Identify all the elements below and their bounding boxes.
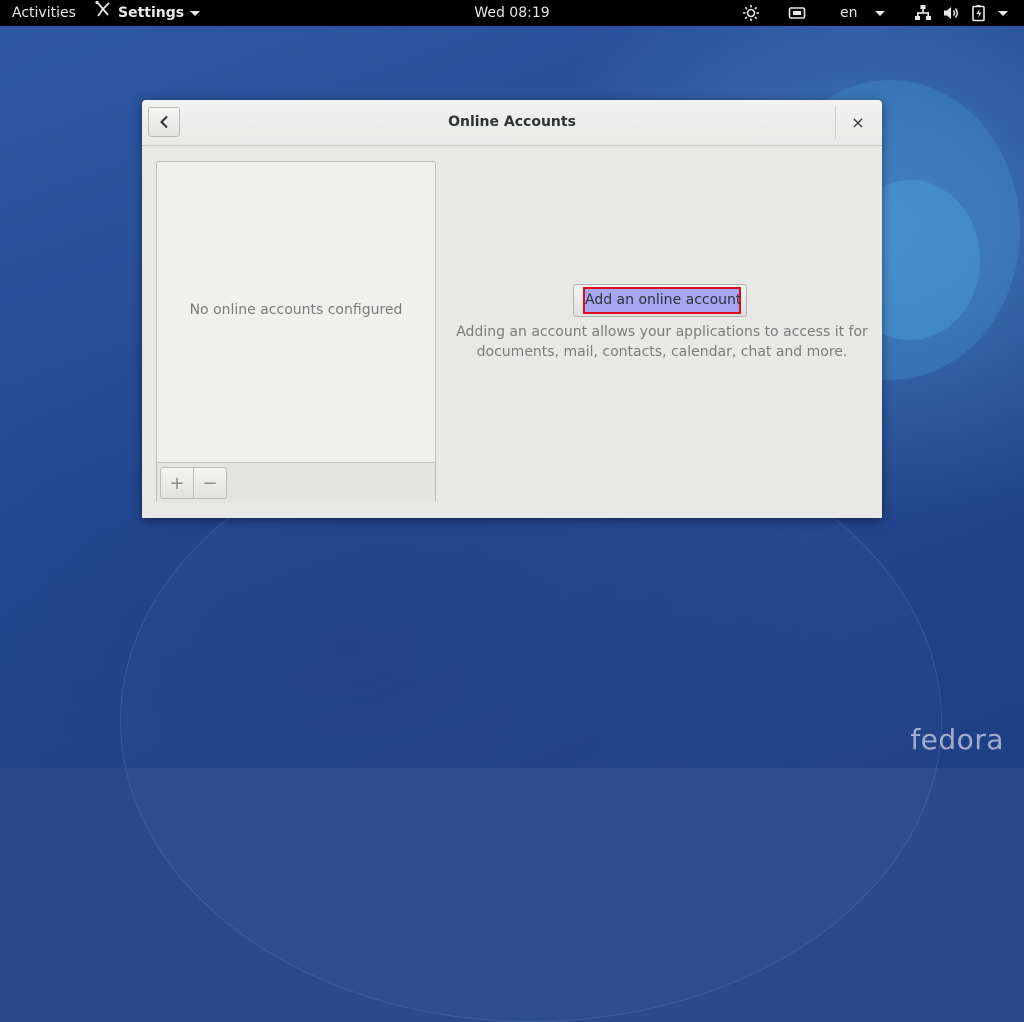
description-line: Adding an account allows your applicatio… — [456, 324, 868, 340]
add-account-button-frame: Add an online account — [573, 284, 747, 317]
empty-list-text: No online accounts configured — [189, 302, 403, 318]
plus-icon: + — [169, 472, 185, 494]
app-menu[interactable]: Settings — [94, 0, 201, 27]
add-account-description: Adding an account allows your applicatio… — [452, 322, 872, 362]
window-title: Online Accounts — [448, 114, 576, 130]
add-online-account-button[interactable]: Add an online account — [583, 287, 741, 314]
description-line: documents, mail, contacts, calendar, cha… — [476, 344, 848, 360]
activities-button[interactable]: Activities — [12, 0, 76, 26]
chevron-down-icon[interactable] — [875, 0, 885, 26]
accounts-list: No online accounts configured + − — [156, 161, 436, 503]
list-toolbar: + − — [157, 462, 435, 503]
remove-account-button[interactable]: − — [193, 467, 227, 499]
battery-icon[interactable] — [970, 0, 988, 26]
network-wired-icon[interactable] — [914, 0, 932, 26]
close-button[interactable]: × — [842, 107, 874, 137]
language-indicator[interactable]: en — [840, 0, 858, 26]
fedora-logo: fedora — [910, 723, 1004, 756]
chevron-down-icon — [190, 10, 201, 16]
chevron-left-icon — [160, 115, 168, 129]
brightness-icon[interactable] — [742, 0, 760, 26]
add-account-list-button[interactable]: + — [160, 467, 194, 499]
system-menu-chevron-icon[interactable] — [998, 0, 1008, 26]
header-separator — [835, 106, 836, 139]
removable-drive-icon[interactable] — [788, 0, 806, 26]
app-menu-label: Settings — [118, 5, 185, 21]
top-bar: Activities Settings Wed 08:19 en — [0, 0, 1024, 26]
volume-icon[interactable] — [942, 0, 960, 26]
close-icon: × — [851, 112, 865, 132]
online-accounts-window: Online Accounts × No online accounts con… — [142, 100, 882, 518]
header-bar: Online Accounts × — [142, 100, 882, 146]
minus-icon: − — [202, 472, 218, 494]
settings-app-icon — [94, 0, 112, 27]
clock[interactable]: Wed 08:19 — [474, 5, 549, 21]
back-button[interactable] — [148, 107, 180, 137]
